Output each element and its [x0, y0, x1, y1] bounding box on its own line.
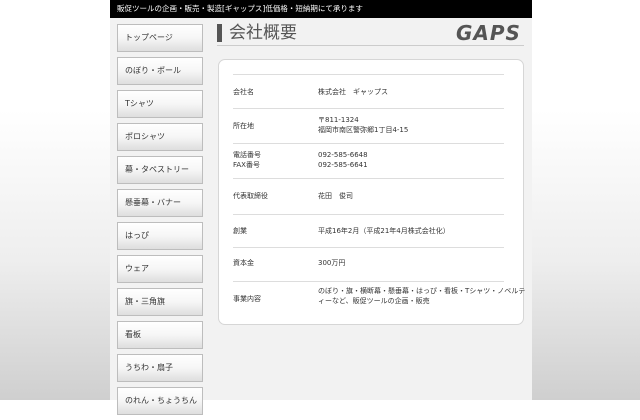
nav-item-polo-shirt[interactable]: ポロシャツ [117, 123, 203, 151]
row-label: 所在地 [233, 122, 254, 130]
row-value: 株式会社 ギャップス [318, 87, 508, 97]
value-line: 福岡市南区警弥郷1丁目4-15 [318, 126, 409, 134]
nav-item-flag[interactable]: 旗・三角旗 [117, 288, 203, 316]
nav-item-nobori-pole[interactable]: のぼり・ポール [117, 57, 203, 85]
row-label: 電話番号 [233, 151, 261, 159]
value-line: 092-585-6648 [318, 151, 368, 159]
row-value: 〒811-1324 福岡市南区警弥郷1丁目4-15 [318, 115, 508, 135]
profile-row-capital: 資本金 300万円 [233, 247, 504, 282]
row-label: 代表取締役 [233, 192, 268, 200]
value-line: 株式会社 ギャップス [318, 88, 388, 96]
row-value: 平成16年2月（平成21年4月株式会社化） [318, 226, 508, 236]
title-accent-bar [217, 24, 222, 42]
profile-row-founded: 創業 平成16年2月（平成21年4月株式会社化） [233, 214, 504, 248]
nav-item-uchiwa-sensu[interactable]: うちわ・扇子 [117, 354, 203, 382]
nav-item-happi[interactable]: はっぴ [117, 222, 203, 250]
right-background [532, 0, 640, 400]
page-title: 会社概要 [229, 23, 297, 43]
value-line: ィーなど、販促ツールの企画・販売 [318, 297, 430, 305]
profile-row-business: 事業内容 のぼり・旗・横断幕・懸垂幕・はっぴ・看板・Tシャツ・ノベルテ ィーなど… [233, 281, 525, 316]
row-label: 創業 [233, 227, 247, 235]
profile-row-representative: 代表取締役 花田 俊司 [233, 178, 504, 215]
value-line: 300万円 [318, 259, 346, 267]
value-line: のぼり・旗・横断幕・懸垂幕・はっぴ・看板・Tシャツ・ノベルテ [318, 287, 526, 295]
nav-item-noren-chochin[interactable]: のれん・ちょうちん [117, 387, 203, 415]
value-line: 092-585-6641 [318, 161, 368, 169]
row-value: のぼり・旗・横断幕・懸垂幕・はっぴ・看板・Tシャツ・ノベルテ ィーなど、販促ツー… [318, 286, 526, 306]
row-label: 会社名 [233, 88, 254, 96]
row-value: 092-585-6648 092-585-6641 [318, 150, 508, 170]
sidebar-nav: トップページ のぼり・ポール Tシャツ ポロシャツ 幕・タペストリー 懸垂幕・バ… [117, 24, 203, 420]
profile-row-company-name: 会社名 株式会社 ギャップス [233, 74, 504, 109]
company-profile-card: 会社名 株式会社 ギャップス 所在地 〒811-1324 福岡市南区警弥郷1丁目… [218, 59, 525, 325]
nav-item-banner[interactable]: 懸垂幕・バナー [117, 189, 203, 217]
profile-row-address: 所在地 〒811-1324 福岡市南区警弥郷1丁目4-15 [233, 108, 504, 144]
title-divider [217, 45, 524, 46]
row-value: 300万円 [318, 258, 508, 268]
value-line: 花田 俊司 [318, 192, 353, 200]
row-value: 花田 俊司 [318, 191, 508, 201]
nav-item-tshirt[interactable]: Tシャツ [117, 90, 203, 118]
value-line: 平成16年2月（平成21年4月株式会社化） [318, 227, 450, 235]
row-label-fax: FAX番号 [233, 161, 260, 169]
value-line: 〒811-1324 [318, 116, 359, 124]
nav-item-top[interactable]: トップページ [117, 24, 203, 52]
nav-item-signboard[interactable]: 看板 [117, 321, 203, 349]
nav-item-tapestry[interactable]: 幕・タペストリー [117, 156, 203, 184]
left-background [0, 0, 110, 400]
row-label: 資本金 [233, 259, 254, 267]
header-tagline: 販促ツールの企画・販売・製造[ギャップス]低価格・短納期にて承ります [117, 4, 363, 13]
nav-item-wear[interactable]: ウェア [117, 255, 203, 283]
row-label: 事業内容 [233, 295, 261, 303]
profile-row-phone-fax: 電話番号 FAX番号 092-585-6648 092-585-6641 [233, 143, 504, 179]
gaps-logo[interactable]: GAPS [456, 22, 521, 44]
